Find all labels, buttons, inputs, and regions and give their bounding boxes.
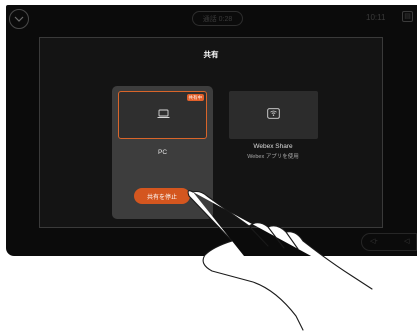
pointing-hand-illustration (187, 190, 373, 331)
